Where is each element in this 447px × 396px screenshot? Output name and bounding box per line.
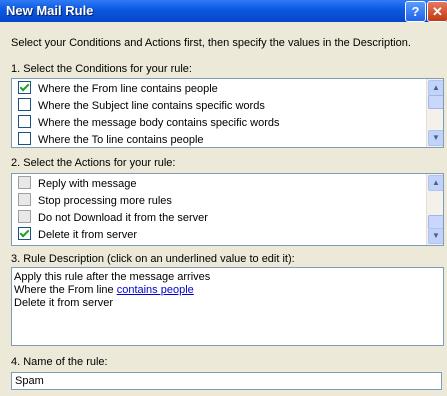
help-button[interactable]: ? [405,1,426,22]
action-item-reply[interactable]: Reply with message [18,176,136,193]
contains-people-link[interactable]: contains people [117,284,194,296]
description-line: Apply this rule after the message arrive… [14,271,211,283]
condition-checkbox-from[interactable] [18,81,31,94]
condition-item-body[interactable]: Where the message body contains specific… [18,115,280,132]
condition-checkbox-body[interactable] [18,115,31,128]
action-label: Delete it from server [38,229,138,241]
close-button[interactable]: ✕ [427,1,447,22]
action-label: Do not Download it from the server [38,212,208,224]
condition-label: Where the To line contains people [38,134,204,146]
action-label: Reply with message [38,178,137,190]
description-line: Delete it from server [14,297,114,309]
actions-heading: 2. Select the Actions for your rule: [11,157,176,169]
action-label: Stop processing more rules [38,195,172,207]
scroll-thumb[interactable] [428,215,443,229]
description-text: Where the From line [14,284,117,296]
actions-scrollbar[interactable]: ▲ ▼ [426,174,443,245]
condition-item-from[interactable]: Where the From line contains people [18,81,218,98]
condition-label: Where the From line contains people [38,83,218,95]
title-bar: New Mail Rule ? ✕ [0,0,447,22]
condition-checkbox-to[interactable] [18,132,31,145]
description-line: Where the From line contains people [14,284,194,296]
instructions-text: Select your Conditions and Actions first… [11,37,411,49]
scroll-thumb[interactable] [428,95,443,109]
condition-item-subject[interactable]: Where the Subject line contains specific… [18,98,265,115]
action-checkbox-nodownload[interactable] [18,210,31,223]
actions-list: Reply with message Stop processing more … [11,173,444,246]
conditions-list: Where the From line contains people Wher… [11,78,444,148]
scroll-down-icon[interactable]: ▼ [428,130,443,146]
description-heading: 3. Rule Description (click on an underli… [11,253,295,265]
rule-description-box: Apply this rule after the message arrive… [11,267,444,346]
window-title: New Mail Rule [6,3,94,18]
action-checkbox-delete[interactable] [18,227,31,240]
conditions-scrollbar[interactable]: ▲ ▼ [426,79,443,147]
condition-checkbox-subject[interactable] [18,98,31,111]
action-item-delete[interactable]: Delete it from server [18,227,137,244]
rule-name-input[interactable]: Spam [11,372,442,390]
conditions-heading: 1. Select the Conditions for your rule: [11,63,192,75]
action-item-stop[interactable]: Stop processing more rules [18,193,172,210]
rule-name-heading: 4. Name of the rule: [11,356,108,368]
condition-item-to[interactable]: Where the To line contains people [18,132,204,147]
condition-label: Where the message body contains specific… [38,117,280,129]
action-item-nodownload[interactable]: Do not Download it from the server [18,210,208,227]
scroll-down-icon[interactable]: ▼ [428,228,443,244]
action-checkbox-reply[interactable] [18,176,31,189]
condition-label: Where the Subject line contains specific… [38,100,265,112]
scroll-up-icon[interactable]: ▲ [428,175,443,191]
action-checkbox-stop[interactable] [18,193,31,206]
scroll-up-icon[interactable]: ▲ [428,80,443,96]
